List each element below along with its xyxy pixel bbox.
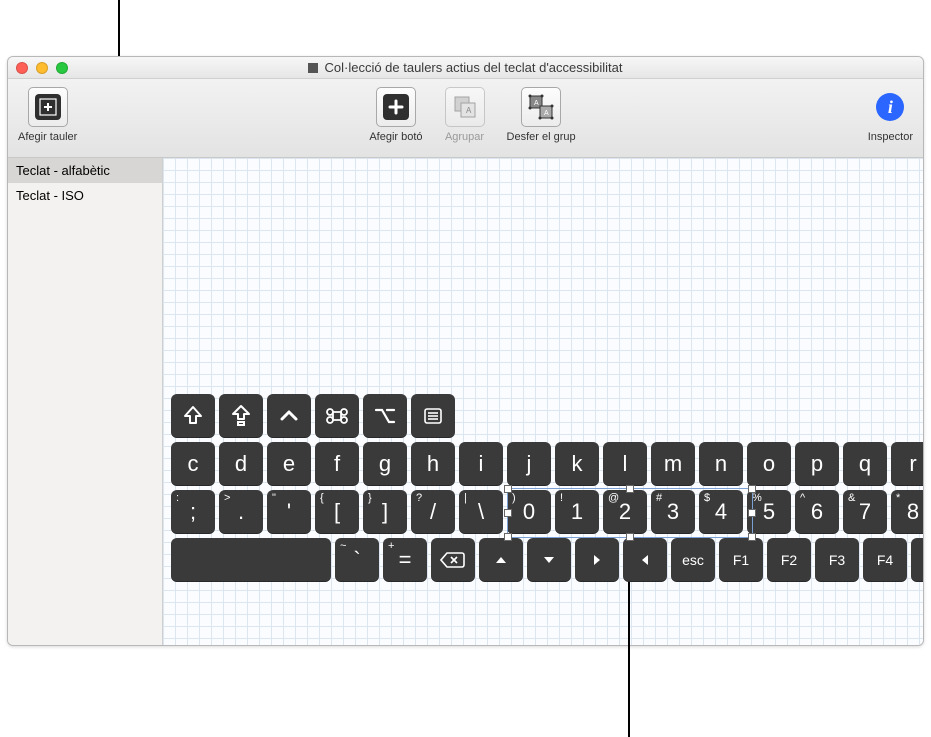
key-0[interactable]: )0 — [507, 490, 551, 534]
key-F1[interactable]: F1 — [719, 538, 763, 582]
key-j[interactable]: j — [507, 442, 551, 486]
key-k[interactable]: k — [555, 442, 599, 486]
ungroup-icon: A A — [527, 93, 555, 121]
key-3[interactable]: #3 — [651, 490, 695, 534]
down-key[interactable] — [527, 538, 571, 582]
key-o[interactable]: o — [747, 442, 791, 486]
key-[[interactable]: {[ — [315, 490, 359, 534]
key-][interactable]: }] — [363, 490, 407, 534]
add-button-button[interactable]: Afegir botó — [369, 87, 422, 143]
key-m[interactable]: m — [651, 442, 695, 486]
svg-text:A: A — [466, 106, 472, 115]
key-7[interactable]: &7 — [843, 490, 887, 534]
minimize-window-button[interactable] — [36, 62, 48, 74]
control-key[interactable] — [267, 394, 311, 438]
key-`[interactable]: ~` — [335, 538, 379, 582]
key-.[interactable]: >. — [219, 490, 263, 534]
group-icon: A — [451, 93, 479, 121]
shift-lock-key[interactable] — [219, 394, 263, 438]
key-2[interactable]: @2 — [603, 490, 647, 534]
callout-line-bottom — [628, 582, 630, 737]
key-'[interactable]: "' — [267, 490, 311, 534]
key-F3[interactable]: F3 — [815, 538, 859, 582]
up-key[interactable] — [479, 538, 523, 582]
list-key[interactable] — [411, 394, 455, 438]
add-panel-button[interactable]: Afegir tauler — [18, 87, 77, 143]
key-r[interactable]: r — [891, 442, 923, 486]
key-g[interactable]: g — [363, 442, 407, 486]
key-=[interactable]: += — [383, 538, 427, 582]
close-window-button[interactable] — [16, 62, 28, 74]
key-\[interactable]: |\ — [459, 490, 503, 534]
key-6[interactable]: ^6 — [795, 490, 839, 534]
add-button-icon — [383, 94, 409, 120]
add-panel-icon — [35, 94, 61, 120]
left-key[interactable] — [623, 538, 667, 582]
key-8[interactable]: *8 — [891, 490, 923, 534]
info-icon: i — [876, 93, 904, 121]
keyboard-panel: cdefghijklmnopqr :;>."'{[}]?/|\)0!1@2#3$… — [171, 394, 923, 586]
key-q[interactable]: q — [843, 442, 887, 486]
titlebar: Col·lecció de taulers actius del teclat … — [8, 57, 923, 79]
key-l[interactable]: l — [603, 442, 647, 486]
key-F[interactable]: F — [911, 538, 923, 582]
key-F4[interactable]: F4 — [863, 538, 907, 582]
key-4[interactable]: $4 — [699, 490, 743, 534]
ungroup-button[interactable]: A A Desfer el grup — [507, 87, 576, 143]
right-key[interactable] — [575, 538, 619, 582]
svg-text:A: A — [544, 110, 549, 117]
key-d[interactable]: d — [219, 442, 263, 486]
option-key[interactable] — [363, 394, 407, 438]
zoom-window-button[interactable] — [56, 62, 68, 74]
group-button[interactable]: A Agrupar — [445, 87, 485, 143]
sidebar-item-iso[interactable]: Teclat - ISO — [8, 183, 162, 208]
command-key[interactable] — [315, 394, 359, 438]
key-1[interactable]: !1 — [555, 490, 599, 534]
editor-canvas[interactable]: cdefghijklmnopqr :;>."'{[}]?/|\)0!1@2#3$… — [163, 158, 923, 645]
key-F2[interactable]: F2 — [767, 538, 811, 582]
key-e[interactable]: e — [267, 442, 311, 486]
document-proxy-icon — [308, 63, 318, 73]
key-p[interactable]: p — [795, 442, 839, 486]
key-i[interactable]: i — [459, 442, 503, 486]
sidebar: Teclat - alfabètic Teclat - ISO — [8, 158, 163, 645]
space-key[interactable] — [171, 538, 331, 582]
inspector-button[interactable]: i Inspector — [868, 87, 913, 143]
key-c[interactable]: c — [171, 442, 215, 486]
sidebar-item-alphabetic[interactable]: Teclat - alfabètic — [8, 158, 162, 183]
key-/[interactable]: ?/ — [411, 490, 455, 534]
key-5[interactable]: %5 — [747, 490, 791, 534]
key-esc[interactable]: esc — [671, 538, 715, 582]
toolbar: Afegir tauler Afegir botó A Agrupar — [8, 79, 923, 158]
window-title: Col·lecció de taulers actius del teclat … — [324, 60, 622, 75]
app-window: Col·lecció de taulers actius del teclat … — [7, 56, 924, 646]
delete-key[interactable] — [431, 538, 475, 582]
key-f[interactable]: f — [315, 442, 359, 486]
key-h[interactable]: h — [411, 442, 455, 486]
key-n[interactable]: n — [699, 442, 743, 486]
shift-key[interactable] — [171, 394, 215, 438]
svg-text:A: A — [534, 100, 539, 107]
key-;[interactable]: :; — [171, 490, 215, 534]
